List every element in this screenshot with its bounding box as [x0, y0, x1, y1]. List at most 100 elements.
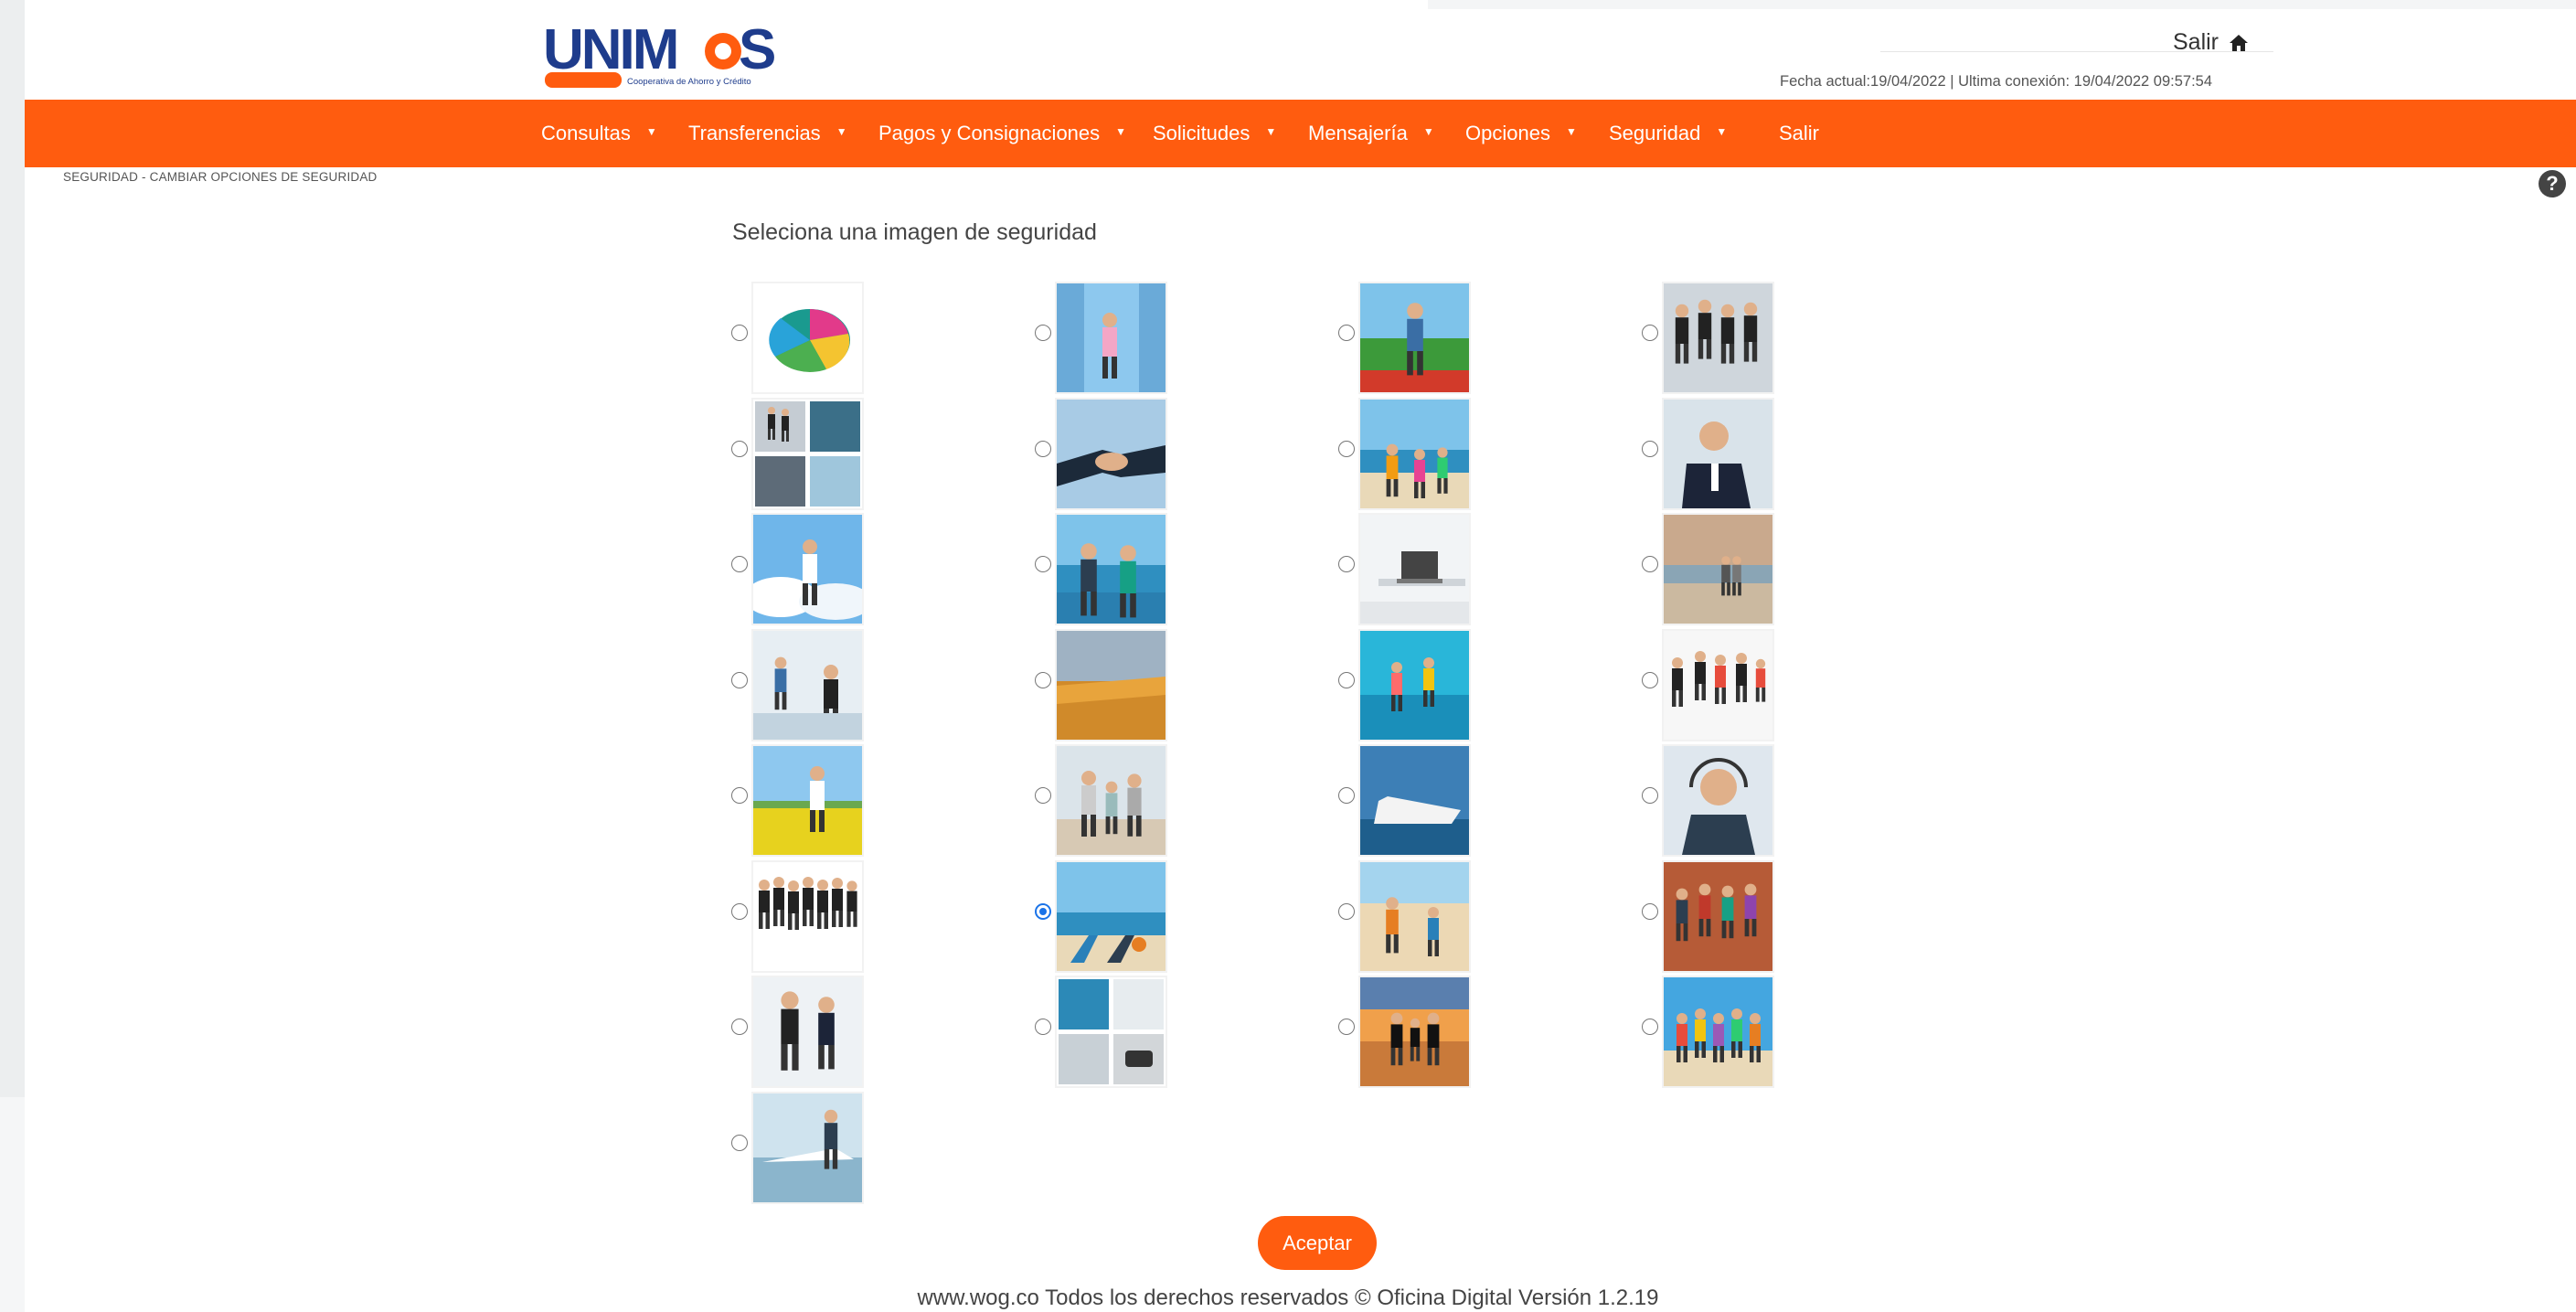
- wheat-field-image[interactable]: [1057, 631, 1166, 740]
- security-image-option[interactable]: [1642, 746, 1861, 856]
- nav-label[interactable]: Solicitudes: [1153, 122, 1250, 145]
- business-collage-image[interactable]: [753, 400, 862, 508]
- security-image-radio[interactable]: [1035, 1019, 1051, 1035]
- people-jumping-sea-image[interactable]: [1360, 631, 1469, 740]
- group-thumbs-up-image[interactable]: [1664, 862, 1772, 971]
- security-image-radio[interactable]: [1642, 325, 1658, 341]
- security-image-radio[interactable]: [1338, 325, 1355, 341]
- security-image-radio[interactable]: [1642, 441, 1658, 457]
- security-image-radio[interactable]: [1035, 903, 1051, 920]
- security-image-option[interactable]: [1642, 400, 1861, 509]
- security-image-radio[interactable]: [1642, 903, 1658, 920]
- nav-label[interactable]: Seguridad: [1609, 122, 1700, 145]
- home-icon[interactable]: [2228, 32, 2250, 54]
- security-image-option[interactable]: [1035, 283, 1254, 393]
- nav-consultas[interactable]: Consultas ▼: [541, 100, 657, 167]
- business-people-jumping-image[interactable]: [1664, 631, 1772, 740]
- woman-yellow-field-image[interactable]: [753, 746, 862, 855]
- security-image-radio[interactable]: [731, 1135, 748, 1151]
- security-image-radio[interactable]: [1642, 1019, 1658, 1035]
- security-image-radio[interactable]: [1338, 672, 1355, 688]
- security-image-option[interactable]: [1035, 746, 1254, 856]
- security-image-option[interactable]: [731, 283, 951, 393]
- kids-sand-castle-image[interactable]: [1360, 862, 1469, 971]
- security-image-option[interactable]: [1642, 631, 1861, 741]
- family-beach-image[interactable]: [1360, 400, 1469, 508]
- business-meeting-image[interactable]: [753, 631, 862, 740]
- security-image-radio[interactable]: [731, 556, 748, 572]
- security-image-option[interactable]: [1035, 631, 1254, 741]
- security-image-option[interactable]: [731, 400, 951, 509]
- security-image-option[interactable]: [1642, 515, 1861, 624]
- nav-seguridad[interactable]: Seguridad ▼: [1609, 100, 1727, 167]
- security-image-option[interactable]: [1338, 862, 1558, 972]
- office-desk-laptop-image[interactable]: [1360, 515, 1469, 624]
- security-image-option[interactable]: [731, 977, 951, 1087]
- security-image-radio[interactable]: [1035, 787, 1051, 804]
- family-walking-beach-image[interactable]: [1057, 746, 1166, 855]
- security-image-option[interactable]: [1642, 977, 1861, 1087]
- nav-solicitudes[interactable]: Solicitudes ▼: [1153, 100, 1276, 167]
- nav-opciones[interactable]: Opciones ▼: [1465, 100, 1577, 167]
- security-image-radio[interactable]: [1035, 441, 1051, 457]
- pie-chart-image[interactable]: [753, 283, 862, 392]
- handshake-image[interactable]: [1057, 400, 1166, 508]
- nav-label[interactable]: Pagos y Consignaciones: [878, 122, 1100, 145]
- security-image-option[interactable]: [731, 862, 951, 972]
- couple-sea-image[interactable]: [1057, 515, 1166, 624]
- security-image-option[interactable]: [1035, 515, 1254, 624]
- couple-beach-sunset-image[interactable]: [1664, 515, 1772, 624]
- cruise-ship-image[interactable]: [1360, 746, 1469, 855]
- security-image-radio[interactable]: [731, 1019, 748, 1035]
- nav-salir[interactable]: Salir: [1779, 100, 1819, 167]
- nav-label[interactable]: Salir: [1779, 122, 1819, 145]
- nav-pagos-consignaciones[interactable]: Pagos y Consignaciones ▼: [878, 100, 1126, 167]
- nav-label[interactable]: Opciones: [1465, 122, 1550, 145]
- help-icon[interactable]: ?: [2539, 170, 2566, 197]
- security-image-radio[interactable]: [1338, 441, 1355, 457]
- woman-headset-image[interactable]: [1664, 746, 1772, 855]
- business-team-celebrating-image[interactable]: [1664, 283, 1772, 392]
- security-image-radio[interactable]: [731, 325, 748, 341]
- security-image-option[interactable]: [731, 631, 951, 741]
- family-sunset-pier-image[interactable]: [1360, 977, 1469, 1086]
- security-image-radio[interactable]: [731, 672, 748, 688]
- security-image-option[interactable]: [1035, 400, 1254, 509]
- security-image-radio[interactable]: [1035, 556, 1051, 572]
- security-image-option[interactable]: [1642, 862, 1861, 972]
- nav-label[interactable]: Consultas: [541, 122, 631, 145]
- business-couple-image[interactable]: [753, 977, 862, 1086]
- security-image-option[interactable]: [1338, 515, 1558, 624]
- security-image-radio[interactable]: [1035, 325, 1051, 341]
- security-image-radio[interactable]: [731, 441, 748, 457]
- nav-transferencias[interactable]: Transferencias ▼: [688, 100, 847, 167]
- colorful-beach-group-image[interactable]: [1664, 977, 1772, 1086]
- business-group-standing-image[interactable]: [753, 862, 862, 971]
- security-image-radio[interactable]: [1035, 672, 1051, 688]
- security-image-radio[interactable]: [1338, 1019, 1355, 1035]
- security-image-radio[interactable]: [1338, 556, 1355, 572]
- security-image-option[interactable]: [1338, 631, 1558, 741]
- security-image-radio[interactable]: [1642, 787, 1658, 804]
- woman-yacht-image[interactable]: [753, 1093, 862, 1202]
- accept-button[interactable]: Aceptar: [1258, 1216, 1377, 1270]
- girl-jumping-image[interactable]: [1057, 283, 1166, 392]
- father-child-field-image[interactable]: [1360, 283, 1469, 392]
- security-image-radio[interactable]: [1338, 903, 1355, 920]
- security-image-radio[interactable]: [1338, 787, 1355, 804]
- businessman-portrait-image[interactable]: [1664, 400, 1772, 508]
- security-image-option[interactable]: [731, 1093, 951, 1203]
- security-image-option[interactable]: [1338, 977, 1558, 1087]
- security-image-option[interactable]: [1642, 283, 1861, 393]
- security-image-option[interactable]: [731, 746, 951, 856]
- security-image-radio[interactable]: [1642, 556, 1658, 572]
- unimos-logo[interactable]: UNIM S Cooperativa de Ahorro y Crédito: [543, 18, 790, 97]
- security-image-radio[interactable]: [731, 787, 748, 804]
- security-image-option[interactable]: [731, 515, 951, 624]
- security-image-radio[interactable]: [731, 903, 748, 920]
- nav-label[interactable]: Transferencias: [688, 122, 821, 145]
- beach-chairs-image[interactable]: [1057, 862, 1166, 971]
- nav-mensajeria[interactable]: Mensajería ▼: [1308, 100, 1434, 167]
- man-sky-arms-up-image[interactable]: [753, 515, 862, 624]
- finance-tools-collage-image[interactable]: [1057, 977, 1166, 1086]
